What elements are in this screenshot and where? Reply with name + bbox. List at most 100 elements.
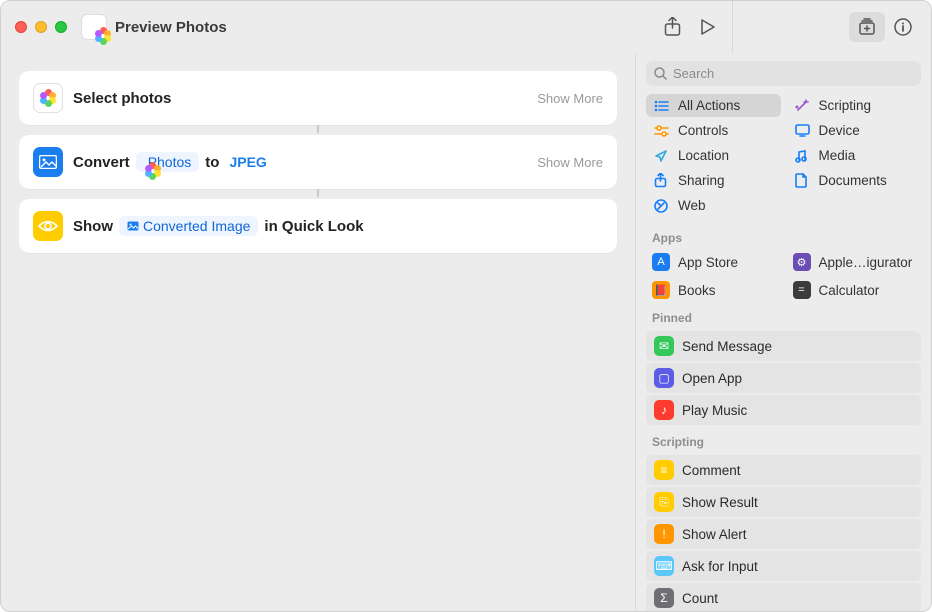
token-label: Converted Image [143,218,250,234]
apps-grid: A App Store ⚙ Apple…igurator 📕 Books = Calculat… [636,249,931,303]
library-icon [857,18,877,36]
action-label: Show Alert [682,527,747,542]
web-icon [654,199,670,213]
action-convert[interactable]: Convert Photos [19,135,617,189]
app-item[interactable]: ⚙ Apple…igurator [787,249,922,275]
window-title: Preview Photos [115,19,227,36]
library-scroll[interactable]: Apps AApp Store⚙Apple…igurator📕Books=Cal… [636,223,931,611]
action-label: Open App [682,371,742,386]
app-item[interactable]: = Calculator [787,277,922,303]
app-label: Books [678,283,716,298]
action-row[interactable]: ✉Send Message [646,331,921,361]
action-label: Play Music [682,403,747,418]
action-row[interactable]: ! Show Alert [646,519,921,549]
scripting-header: Scripting [636,427,931,453]
app-icon: A [652,253,670,271]
search-icon [654,67,667,80]
media-icon [795,149,811,163]
connector-icon [317,125,319,133]
action-label: Send Message [682,339,772,354]
sharing-icon [654,173,670,188]
action-icon: ! [654,524,674,544]
titlebar-right [654,1,931,53]
action-row[interactable]: ΣCount [646,583,921,611]
action-label: Ask for Input [682,559,758,574]
category-scripting[interactable]: Scripting [787,94,922,117]
category-location[interactable]: Location [646,144,781,167]
share-icon [664,17,681,37]
category-label: Controls [678,123,728,138]
documents-icon [795,173,811,188]
run-button[interactable] [690,12,726,42]
category-web[interactable]: Web [646,194,781,217]
category-label: Web [678,198,706,213]
pinned-list: ✉Send Message ▢ Open App ♪ Play Music [636,329,931,427]
format-value: JPEG [229,154,266,170]
action-label: Show Result [682,495,758,510]
scripting-icon [795,99,811,113]
variable-token-converted[interactable]: Converted Image [119,216,258,236]
minimize-button[interactable] [35,21,47,33]
app-label: App Store [678,255,738,270]
category-documents[interactable]: Documents [787,169,922,192]
info-button[interactable] [885,12,921,42]
share-button[interactable] [654,12,690,42]
category-label: Device [819,123,860,138]
action-quicklook[interactable]: Show Converted Image in Quick Look [19,199,617,253]
zoom-button[interactable] [55,21,67,33]
library-toggle-button[interactable] [849,12,885,42]
show-more-button[interactable]: Show More [537,91,603,106]
action-row[interactable]: ♪ Play Music [646,395,921,425]
action-icon: ♪ [654,400,674,420]
play-icon [701,19,715,35]
show-more-button[interactable]: Show More [537,155,603,170]
close-button[interactable] [15,21,27,33]
text-convert: Convert [73,154,130,171]
action-row[interactable]: ⌨ Ask for Input [646,551,921,581]
action-icon: ≡ [654,460,674,480]
app-icon: 📕 [652,281,670,299]
quicklook-icon [33,211,63,241]
body: Select photos Show More Convert [1,53,931,611]
photos-icon [33,83,63,113]
category-label: Scripting [819,98,872,113]
category-device[interactable]: Device [787,119,922,142]
category-grid: All Actions Scripting Controls Device Locati… [636,92,931,223]
app-item[interactable]: 📕 Books [646,277,781,303]
image-icon [33,147,63,177]
category-all[interactable]: All Actions [646,94,781,117]
action-row[interactable]: ⎘ Show Result [646,487,921,517]
workflow-editor[interactable]: Select photos Show More Convert [1,53,635,611]
all-icon [654,100,670,112]
action-label: Comment [682,463,741,478]
variable-token-photos[interactable]: Photos [136,152,200,172]
app-window: Preview Photos [0,0,932,612]
action-icon: ▢ [654,368,674,388]
app-item[interactable]: A App Store [646,249,781,275]
action-row[interactable]: ▢ Open App [646,363,921,393]
text-show: Show [73,218,113,235]
location-icon [654,149,670,163]
titlebar: Preview Photos [1,1,931,53]
shortcut-icon [81,14,107,40]
app-icon: = [793,281,811,299]
app-label: Calculator [819,283,880,298]
category-sharing[interactable]: Sharing [646,169,781,192]
action-select-photos[interactable]: Select photos Show More [19,71,617,125]
app-icon: ⚙ [793,253,811,271]
action-row[interactable]: ≡ Comment [646,455,921,485]
search-input[interactable]: Search [646,61,921,86]
titlebar-separator [732,1,733,53]
library-sidebar: Search All Actions Scripting Controls Devic… [635,53,931,611]
action-icon: ⌨ [654,556,674,576]
app-label: Apple…igurator [819,255,913,270]
connector-icon [317,189,319,197]
action-title: Select photos [73,90,171,107]
format-selector[interactable]: JPEG [225,152,270,172]
category-controls[interactable]: Controls [646,119,781,142]
window-controls [15,21,67,33]
action-icon: ⎘ [654,492,674,512]
text-to: to [205,154,219,171]
action-title: Convert Photos [73,152,271,172]
category-media[interactable]: Media [787,144,922,167]
